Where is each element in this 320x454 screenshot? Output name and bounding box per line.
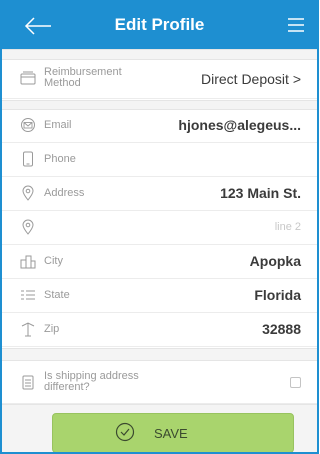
reimbursement-value-text: Direct Deposit [201, 71, 289, 87]
address-row[interactable]: Address 123 Main St. [2, 177, 317, 211]
chevron-right-icon: > [292, 71, 301, 87]
phone-icon [23, 151, 33, 167]
address-line2-field[interactable]: line 2 [275, 221, 301, 233]
hamburger-menu-icon[interactable] [287, 16, 305, 34]
shipping-different-checkbox[interactable] [290, 377, 301, 388]
list-icon [21, 290, 35, 300]
shipping-address-row[interactable]: Is shipping address different? [2, 360, 317, 404]
phone-row[interactable]: Phone [2, 143, 317, 177]
reimbursement-method-value: Direct Deposit > [201, 71, 301, 87]
zip-label: Zip [44, 323, 60, 335]
check-circle-icon [115, 422, 135, 442]
address-label: Address [44, 187, 85, 199]
city-buildings-icon [20, 255, 36, 269]
address-field[interactable]: 123 Main St. [220, 185, 301, 201]
state-field[interactable]: Florida [254, 287, 301, 303]
city-row[interactable]: City Apopka [2, 245, 317, 279]
location-pin-icon [22, 219, 34, 235]
city-field[interactable]: Apopka [250, 253, 301, 269]
header-bar: Edit Profile [2, 2, 317, 49]
state-label: State [44, 289, 70, 301]
email-label: Email [44, 119, 72, 131]
clipboard-icon [22, 375, 34, 390]
shipping-address-label: Is shipping address different? [44, 371, 139, 393]
email-row[interactable]: Email hjones@alegeus... [2, 109, 317, 143]
page-title: Edit Profile [114, 15, 205, 34]
reimbursement-method-label: Reimbursement Method [44, 67, 122, 89]
save-button-label: SAVE [154, 426, 188, 441]
reimbursement-method-row[interactable]: Reimbursement Method Direct Deposit > [2, 59, 317, 99]
zip-row[interactable]: Zip 32888 [2, 313, 317, 347]
signpost-icon [21, 322, 35, 337]
location-pin-icon [22, 185, 34, 201]
phone-label: Phone [44, 153, 76, 165]
email-field[interactable]: hjones@alegeus... [178, 117, 301, 133]
zip-field[interactable]: 32888 [262, 321, 301, 337]
envelope-icon [21, 118, 35, 132]
reimbursement-label-line2: Method [44, 77, 81, 89]
city-label: City [44, 255, 63, 267]
wallet-icon [20, 71, 36, 85]
state-row[interactable]: State Florida [2, 279, 317, 313]
app-frame: Edit Profile Reimbursement Method Direct… [0, 0, 319, 454]
shipping-label-line2: different? [44, 381, 90, 393]
address-line2-row[interactable]: line 2 [2, 211, 317, 245]
save-button[interactable]: SAVE [52, 413, 294, 452]
